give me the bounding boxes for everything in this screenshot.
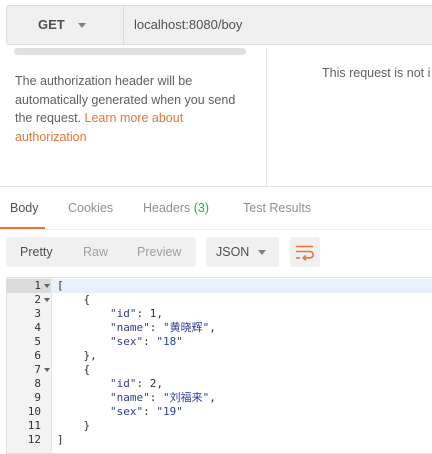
tab-headers[interactable]: Headers (3) bbox=[143, 201, 209, 215]
line-number: 6 bbox=[34, 349, 41, 362]
code-line: 3 "id": 1, bbox=[7, 307, 432, 321]
view-preview-button[interactable]: Preview bbox=[137, 245, 181, 259]
view-pretty-button[interactable]: Pretty bbox=[20, 245, 53, 259]
code-line: 2 { bbox=[7, 293, 432, 307]
line-number: 12 bbox=[27, 433, 41, 446]
code-line: 9 "name": "刘福来", bbox=[7, 391, 432, 405]
code-line: 12] bbox=[7, 433, 432, 447]
response-body-editor[interactable]: 1[2 {3 "id": 1, 4 "name": "黄晓辉", 5 "sex": … bbox=[6, 277, 432, 454]
code-line: 5 "sex": "18" bbox=[7, 335, 432, 349]
line-number: 10 bbox=[27, 405, 41, 418]
line-number: 9 bbox=[34, 391, 41, 404]
code-line: 7 { bbox=[7, 363, 432, 377]
method-select[interactable]: GET bbox=[7, 6, 124, 44]
code-text: "id": 1, bbox=[109, 307, 163, 320]
url-input[interactable]: localhost:8080/boy bbox=[134, 17, 242, 32]
section-divider bbox=[0, 186, 432, 187]
line-number: 1 bbox=[34, 279, 41, 292]
chevron-down-icon bbox=[258, 250, 266, 255]
auth-right-message: This request is not i bbox=[322, 66, 431, 80]
auth-message: The authorization header will be automat… bbox=[15, 72, 255, 146]
code-text: { bbox=[57, 363, 91, 376]
panel-divider bbox=[266, 48, 267, 186]
auth-panel-scrollbar[interactable] bbox=[14, 48, 246, 55]
fold-arrow-icon[interactable] bbox=[44, 298, 50, 302]
code-text: } bbox=[57, 419, 91, 432]
fold-arrow-icon[interactable] bbox=[44, 368, 50, 372]
line-number: 7 bbox=[34, 363, 41, 376]
code-text: [ bbox=[57, 279, 64, 292]
code-text: ] bbox=[57, 433, 64, 446]
method-label: GET bbox=[38, 17, 65, 32]
line-number: 8 bbox=[34, 377, 41, 390]
request-bar: GET localhost:8080/boy bbox=[6, 5, 432, 45]
line-number: 3 bbox=[34, 307, 41, 320]
code-line: 8 "id": 2, bbox=[7, 377, 432, 391]
tab-body[interactable]: Body bbox=[10, 201, 39, 215]
wrap-lines-button[interactable] bbox=[290, 237, 320, 267]
tab-test-results[interactable]: Test Results bbox=[243, 201, 311, 215]
code-text: "id": 2, bbox=[109, 377, 163, 390]
headers-count: (3) bbox=[193, 201, 210, 215]
code-line: 10 "sex": "19" bbox=[7, 405, 432, 419]
code-text: "sex": "19" bbox=[109, 405, 183, 418]
line-number: 2 bbox=[34, 293, 41, 306]
chevron-down-icon bbox=[78, 23, 86, 28]
view-raw-button[interactable]: Raw bbox=[83, 245, 108, 259]
wrap-lines-icon bbox=[296, 245, 314, 261]
code-text: "name": "黄晓辉", bbox=[109, 321, 216, 334]
line-number: 11 bbox=[27, 419, 41, 432]
code-line: 6 }, bbox=[7, 349, 432, 363]
format-select[interactable]: JSON bbox=[206, 237, 279, 267]
tab-headers-label: Headers bbox=[143, 201, 191, 215]
code-line: 4 "name": "黄晓辉", bbox=[7, 321, 432, 335]
line-number: 4 bbox=[34, 321, 41, 334]
tab-cookies[interactable]: Cookies bbox=[68, 201, 113, 215]
code-text: { bbox=[57, 293, 91, 306]
code-line: 11 } bbox=[7, 419, 432, 433]
code-line: 1[ bbox=[7, 279, 432, 293]
code-text: "sex": "18" bbox=[109, 335, 183, 348]
line-number: 5 bbox=[34, 335, 41, 348]
format-label: JSON bbox=[216, 245, 250, 259]
code-text: }, bbox=[57, 349, 97, 362]
fold-arrow-icon[interactable] bbox=[44, 284, 50, 288]
tabs-divider bbox=[0, 229, 432, 230]
code-text: "name": "刘福来", bbox=[109, 391, 216, 404]
view-mode-group: Pretty Raw Preview bbox=[6, 237, 196, 267]
